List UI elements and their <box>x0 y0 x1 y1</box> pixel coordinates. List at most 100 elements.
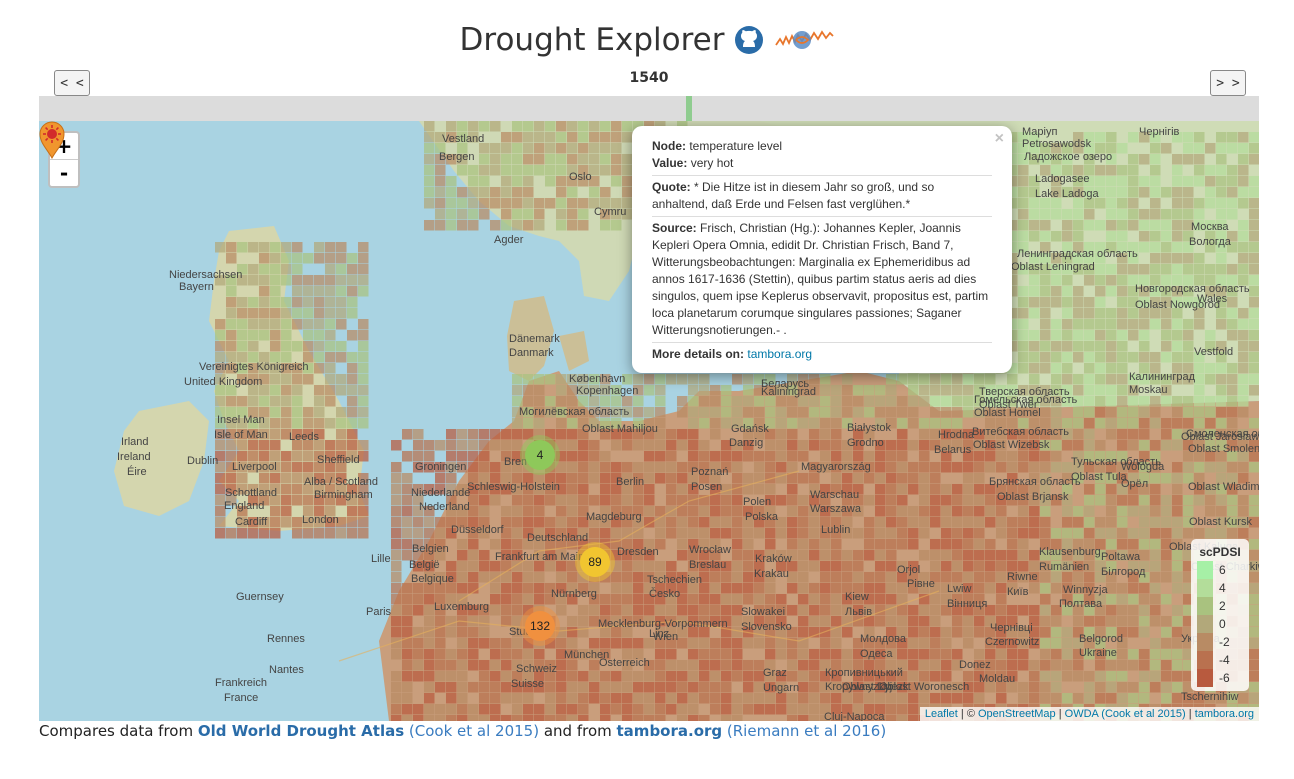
drought-grid-cell <box>545 165 556 176</box>
leaflet-link[interactable]: Leaflet <box>925 708 958 720</box>
drought-grid-cell <box>1040 352 1051 363</box>
tambora-logo-icon[interactable] <box>774 27 835 53</box>
drought-grid-cell <box>248 451 259 462</box>
sun-marker-icon[interactable] <box>39 121 65 159</box>
drought-grid-cell <box>336 341 347 352</box>
drought-grid-cell <box>974 627 985 638</box>
drought-grid-cell <box>776 429 787 440</box>
drought-grid-cell <box>1018 165 1029 176</box>
drought-grid-cell <box>1095 385 1106 396</box>
drought-grid-cell <box>1018 363 1029 374</box>
next-year-button[interactable]: > > <box>1210 70 1246 96</box>
drought-grid-cell <box>468 550 479 561</box>
drought-grid-cell <box>952 462 963 473</box>
drought-grid-cell <box>1018 286 1029 297</box>
drought-grid-cell <box>402 539 413 550</box>
drought-grid-cell <box>1249 253 1259 264</box>
drought-grid-cell <box>941 418 952 429</box>
drought-grid-cell <box>435 671 446 682</box>
drought-grid-cell <box>963 572 974 583</box>
drought-grid-cell <box>842 473 853 484</box>
drought-grid-cell <box>226 451 237 462</box>
drought-grid-cell <box>655 440 666 451</box>
drought-grid-cell <box>600 143 611 154</box>
drought-grid-cell <box>1139 220 1150 231</box>
drought-grid-cell <box>963 374 974 385</box>
tambora-link[interactable]: tambora.org <box>1195 708 1254 720</box>
drought-grid-cell <box>677 660 688 671</box>
drought-grid-cell <box>908 649 919 660</box>
drought-grid-cell <box>1238 352 1249 363</box>
drought-grid-cell <box>1238 330 1249 341</box>
drought-grid-cell <box>820 693 831 704</box>
drought-grid-cell <box>501 715 512 721</box>
owda-link[interactable]: OWDA (Cook et al 2015) <box>1065 708 1186 720</box>
map-container[interactable]: Bergen Oslo Vestland Agder Vereinigtes König… <box>39 121 1259 721</box>
riemann-citation-link[interactable]: (Riemann et al 2016) <box>722 722 886 740</box>
map-place-label: Dublin <box>187 455 219 467</box>
drought-grid-cell <box>578 484 589 495</box>
osm-link[interactable]: OpenStreetMap <box>978 708 1056 720</box>
drought-grid-cell <box>567 495 578 506</box>
drought-grid-cell <box>1018 550 1029 561</box>
drought-grid-cell <box>886 594 897 605</box>
drought-grid-cell <box>1216 418 1227 429</box>
drought-grid-cell <box>897 517 908 528</box>
drought-grid-cell <box>732 671 743 682</box>
drought-grid-cell <box>1029 352 1040 363</box>
drought-grid-cell <box>787 704 798 715</box>
drought-grid-cell <box>402 473 413 484</box>
drought-grid-cell <box>721 451 732 462</box>
drought-grid-cell <box>1150 517 1161 528</box>
map-place-label: Alba / Scotland <box>304 476 378 488</box>
drought-grid-cell <box>820 605 831 616</box>
drought-grid-cell <box>1128 528 1139 539</box>
drought-grid-cell <box>1161 330 1172 341</box>
timeline-handle[interactable] <box>686 96 692 121</box>
owda-footer-link[interactable]: Old World Drought Atlas <box>198 722 404 740</box>
marker-cluster[interactable]: 132 <box>520 606 560 646</box>
drought-grid-cell <box>1205 165 1216 176</box>
previous-year-button[interactable]: < < <box>54 70 90 96</box>
drought-grid-cell <box>930 660 941 671</box>
popup-close-button[interactable]: × <box>995 130 1004 147</box>
drought-grid-cell <box>1227 528 1238 539</box>
drought-grid-cell <box>281 385 292 396</box>
drought-grid-cell <box>413 671 424 682</box>
drought-grid-cell <box>842 396 853 407</box>
drought-grid-cell <box>1249 572 1259 583</box>
drought-grid-cell <box>776 649 787 660</box>
drought-grid-cell <box>523 649 534 660</box>
tambora-footer-link[interactable]: tambora.org <box>617 722 723 740</box>
cook-citation-link[interactable]: (Cook et al 2015) <box>404 722 539 740</box>
drought-grid-cell <box>1084 440 1095 451</box>
drought-grid-cell <box>930 517 941 528</box>
map-place-label: Kiew <box>845 591 869 603</box>
drought-grid-cell <box>578 440 589 451</box>
zoom-out-button[interactable]: - <box>50 159 78 186</box>
drought-grid-cell <box>1106 165 1117 176</box>
drought-grid-cell <box>1062 627 1073 638</box>
drought-grid-cell <box>974 495 985 506</box>
drought-grid-cell <box>1205 462 1216 473</box>
drought-grid-cell <box>523 572 534 583</box>
drought-grid-cell <box>1128 165 1139 176</box>
drought-grid-cell <box>468 649 479 660</box>
drought-grid-cell <box>897 605 908 616</box>
popup-more-link[interactable]: tambora.org <box>747 347 812 361</box>
timeline-slider[interactable] <box>39 96 1259 121</box>
drought-grid-cell <box>391 506 402 517</box>
marker-cluster[interactable]: 89 <box>575 542 615 582</box>
map-place-label: Poltawa <box>1101 551 1141 563</box>
drought-grid-cell <box>457 682 468 693</box>
drought-grid-cell <box>325 330 336 341</box>
drought-grid-cell <box>1128 209 1139 220</box>
github-icon[interactable] <box>734 25 764 55</box>
drought-grid-cell <box>545 143 556 154</box>
drought-grid-cell <box>270 506 281 517</box>
drought-grid-cell <box>1172 660 1183 671</box>
marker-cluster[interactable]: 4 <box>520 435 560 475</box>
drought-grid-cell <box>864 539 875 550</box>
drought-grid-cell <box>1194 363 1205 374</box>
drought-grid-cell <box>413 528 424 539</box>
